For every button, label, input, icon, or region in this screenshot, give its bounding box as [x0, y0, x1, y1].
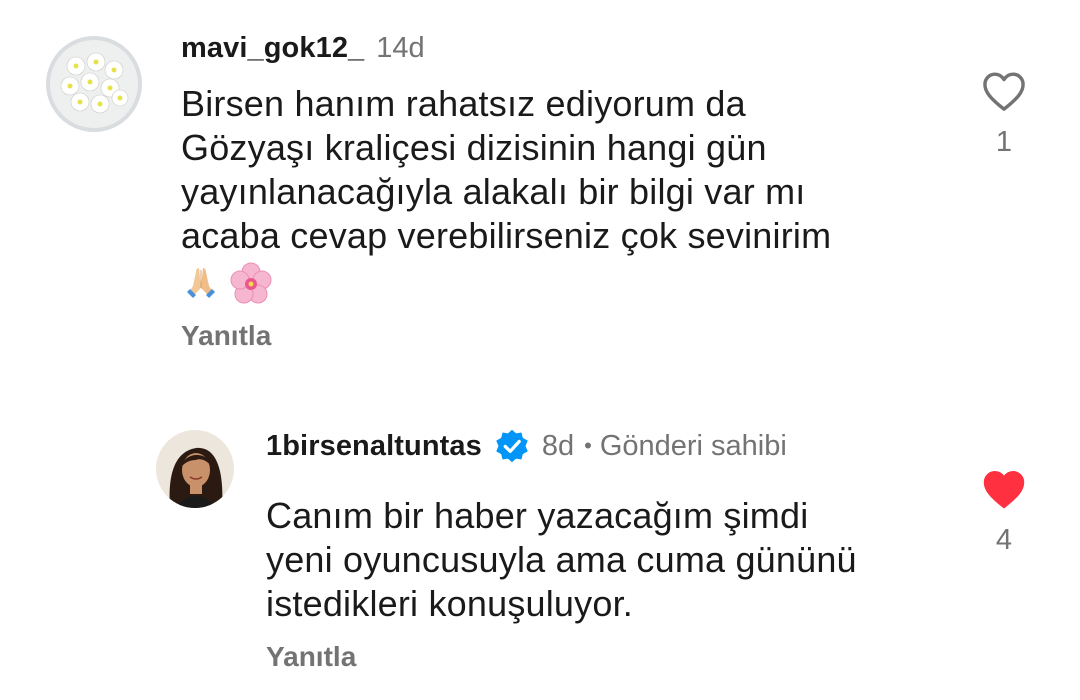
avatar[interactable] [46, 36, 142, 132]
comment-emojis [181, 262, 273, 311]
like-count: 1 [995, 126, 1013, 158]
username[interactable]: mavi_gok12_ [181, 32, 364, 65]
cherry-blossom-icon [229, 262, 273, 311]
folded-hands-icon [181, 262, 221, 311]
username[interactable]: 1birsenaltuntas [266, 430, 482, 463]
avatar[interactable] [156, 430, 234, 508]
like-button[interactable]: 4 [974, 468, 1034, 557]
comment-header: mavi_gok12_ 14d [181, 28, 425, 68]
verified-badge-icon [494, 428, 530, 464]
heart-outline-icon[interactable] [974, 70, 1034, 112]
reply-button[interactable]: Yanıtla [181, 320, 271, 352]
comment-text: Canım bir haber yazacağım şimdi yeni oyu… [266, 495, 857, 624]
heart-filled-icon[interactable] [974, 468, 1034, 510]
like-button[interactable]: 1 [974, 70, 1034, 159]
author-label: Gönderi sahibi [599, 429, 787, 462]
reply-button[interactable]: Yanıtla [266, 641, 356, 673]
separator-dot: • [584, 433, 592, 458]
like-count: 4 [995, 524, 1013, 556]
timestamp: 14d [376, 31, 425, 64]
comment-text: Birsen hanım rahatsız ediyorum da Gözyaş… [181, 83, 832, 256]
timestamp: 8d [541, 429, 575, 462]
comment-header: 1birsenaltuntas 8d • Gönderi sahibi [266, 425, 787, 467]
